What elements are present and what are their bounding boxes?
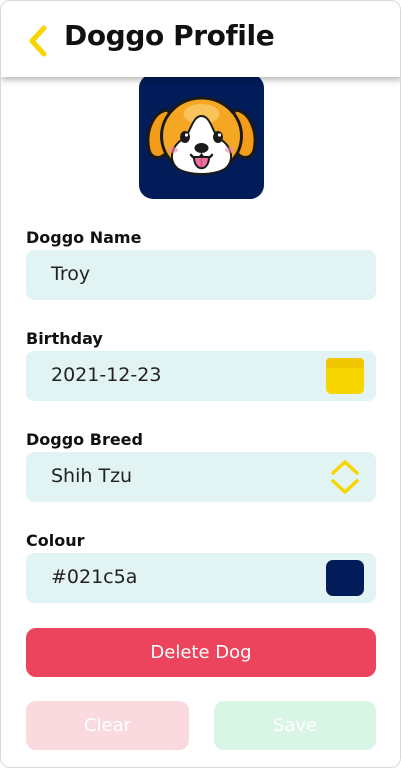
birthday-label: Birthday — [26, 329, 103, 348]
breed-label: Doggo Breed — [26, 430, 143, 449]
app-frame: Doggo Profile Doggo Name Troy Birthday 2… — [0, 0, 401, 768]
dog-face-icon — [146, 96, 257, 176]
chevron-left-icon[interactable] — [23, 21, 55, 61]
birthday-value: 2021-12-23 — [51, 364, 162, 386]
name-value: Troy — [51, 263, 91, 285]
app-header: Doggo Profile — [1, 1, 400, 77]
colour-swatch[interactable] — [326, 560, 364, 596]
colour-field[interactable]: #021c5a — [26, 553, 376, 603]
page-title: Doggo Profile — [64, 19, 275, 52]
up-down-chevron-icon[interactable] — [329, 458, 361, 496]
colour-label: Colour — [26, 531, 85, 550]
calendar-icon[interactable] — [325, 357, 365, 395]
delete-dog-button[interactable]: Delete Dog — [26, 628, 376, 677]
birthday-field[interactable]: 2021-12-23 — [26, 351, 376, 401]
breed-select[interactable]: Shih Tzu — [26, 452, 376, 502]
colour-value: #021c5a — [51, 566, 138, 588]
clear-button[interactable]: Clear — [26, 701, 189, 750]
save-button[interactable]: Save — [214, 701, 376, 750]
name-field[interactable]: Troy — [26, 250, 376, 300]
breed-value: Shih Tzu — [51, 465, 133, 487]
name-label: Doggo Name — [26, 228, 142, 247]
dog-avatar — [139, 74, 264, 199]
